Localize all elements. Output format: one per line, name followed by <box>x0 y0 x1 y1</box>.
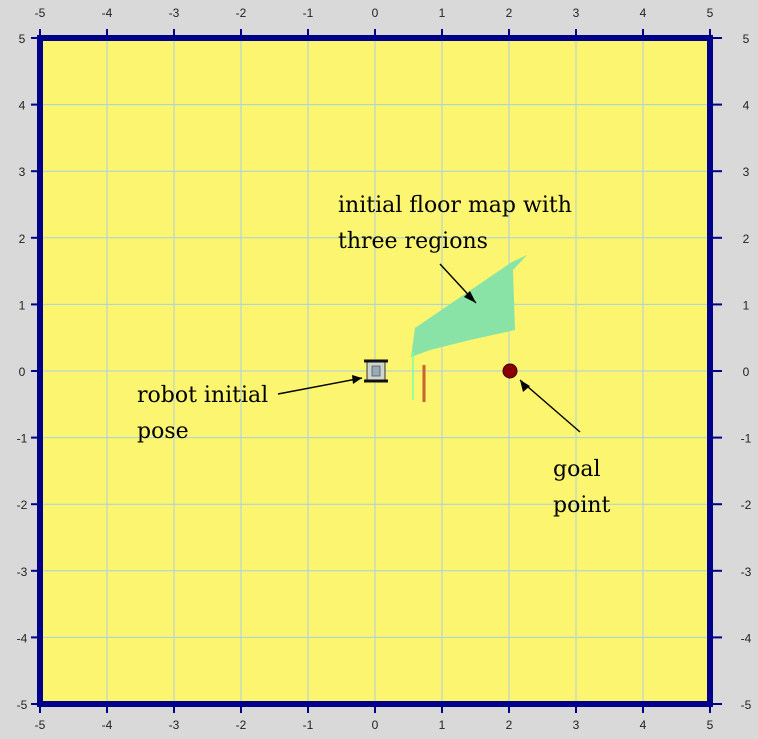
tick-label-top: -2 <box>236 6 247 20</box>
tick-label-right: -2 <box>741 498 752 512</box>
tick-label-bottom: -5 <box>35 718 46 732</box>
tick-label-top: -4 <box>102 6 113 20</box>
tick-label-top: -1 <box>303 6 314 20</box>
tick-label-left: -1 <box>17 432 28 446</box>
tick-label-left: -2 <box>17 498 28 512</box>
tick-label-right: 0 <box>743 365 750 379</box>
tick-label-top: 1 <box>439 6 446 20</box>
goal-annotation: goal point <box>553 457 611 518</box>
tick-label-bottom: -1 <box>303 718 314 732</box>
tick-label-bottom: -3 <box>169 718 180 732</box>
tick-label-top: 3 <box>573 6 580 20</box>
tick-label-bottom: 0 <box>372 718 379 732</box>
tick-label-bottom: 4 <box>640 718 647 732</box>
tick-label-bottom: -4 <box>102 718 113 732</box>
tick-label-right: 3 <box>743 165 750 179</box>
tick-label-right: 2 <box>743 232 750 246</box>
tick-label-top: -5 <box>35 6 46 20</box>
tick-label-right: -4 <box>741 631 752 645</box>
tick-label-left: -4 <box>17 631 28 645</box>
tick-label-right: 4 <box>743 99 750 113</box>
tick-label-top: 4 <box>640 6 647 20</box>
tick-label-top: 5 <box>707 6 714 20</box>
tick-label-right: -1 <box>741 432 752 446</box>
tick-label-left: 1 <box>19 298 26 312</box>
tick-label-bottom: 2 <box>506 718 513 732</box>
tick-label-left: 5 <box>19 32 26 46</box>
tick-label-right: -3 <box>741 565 752 579</box>
tick-label-left: -5 <box>17 698 28 712</box>
floor-map-plot[interactable]: -5 -4 -3 -2 -1 0 1 2 3 4 5 -5 -4 -3 -2 -1 0 1 2 3 4 5 5 4 3 2 1 0 -1… <box>0 0 758 735</box>
tick-label-right: 1 <box>743 298 750 312</box>
tick-label-bottom: 1 <box>439 718 446 732</box>
tick-label-bottom: 5 <box>707 718 714 732</box>
tick-label-bottom: -2 <box>236 718 247 732</box>
floor-map-annotation: initial floor map with three regions <box>338 193 572 254</box>
tick-label-left: 4 <box>19 99 26 113</box>
tick-label-left: 0 <box>19 365 26 379</box>
tick-label-right: 5 <box>743 32 750 46</box>
robot-icon[interactable] <box>364 359 388 383</box>
tick-label-top: 2 <box>506 6 513 20</box>
robot-pose-annotation: robot initial pose <box>137 383 269 444</box>
tick-label-left: 3 <box>19 165 26 179</box>
tick-label-left: 2 <box>19 232 26 246</box>
tick-label-left: -3 <box>17 565 28 579</box>
tick-label-bottom: 3 <box>573 718 580 732</box>
simulator-canvas[interactable]: -5 -4 -3 -2 -1 0 1 2 3 4 5 -5 -4 -3 -2 -1 0 1 2 3 4 5 5 4 3 2 1 0 -1… <box>0 0 758 735</box>
goal-point-marker[interactable] <box>502 363 518 379</box>
tick-label-top: 0 <box>372 6 379 20</box>
tick-label-top: -3 <box>169 6 180 20</box>
tick-label-right: -5 <box>741 698 752 712</box>
